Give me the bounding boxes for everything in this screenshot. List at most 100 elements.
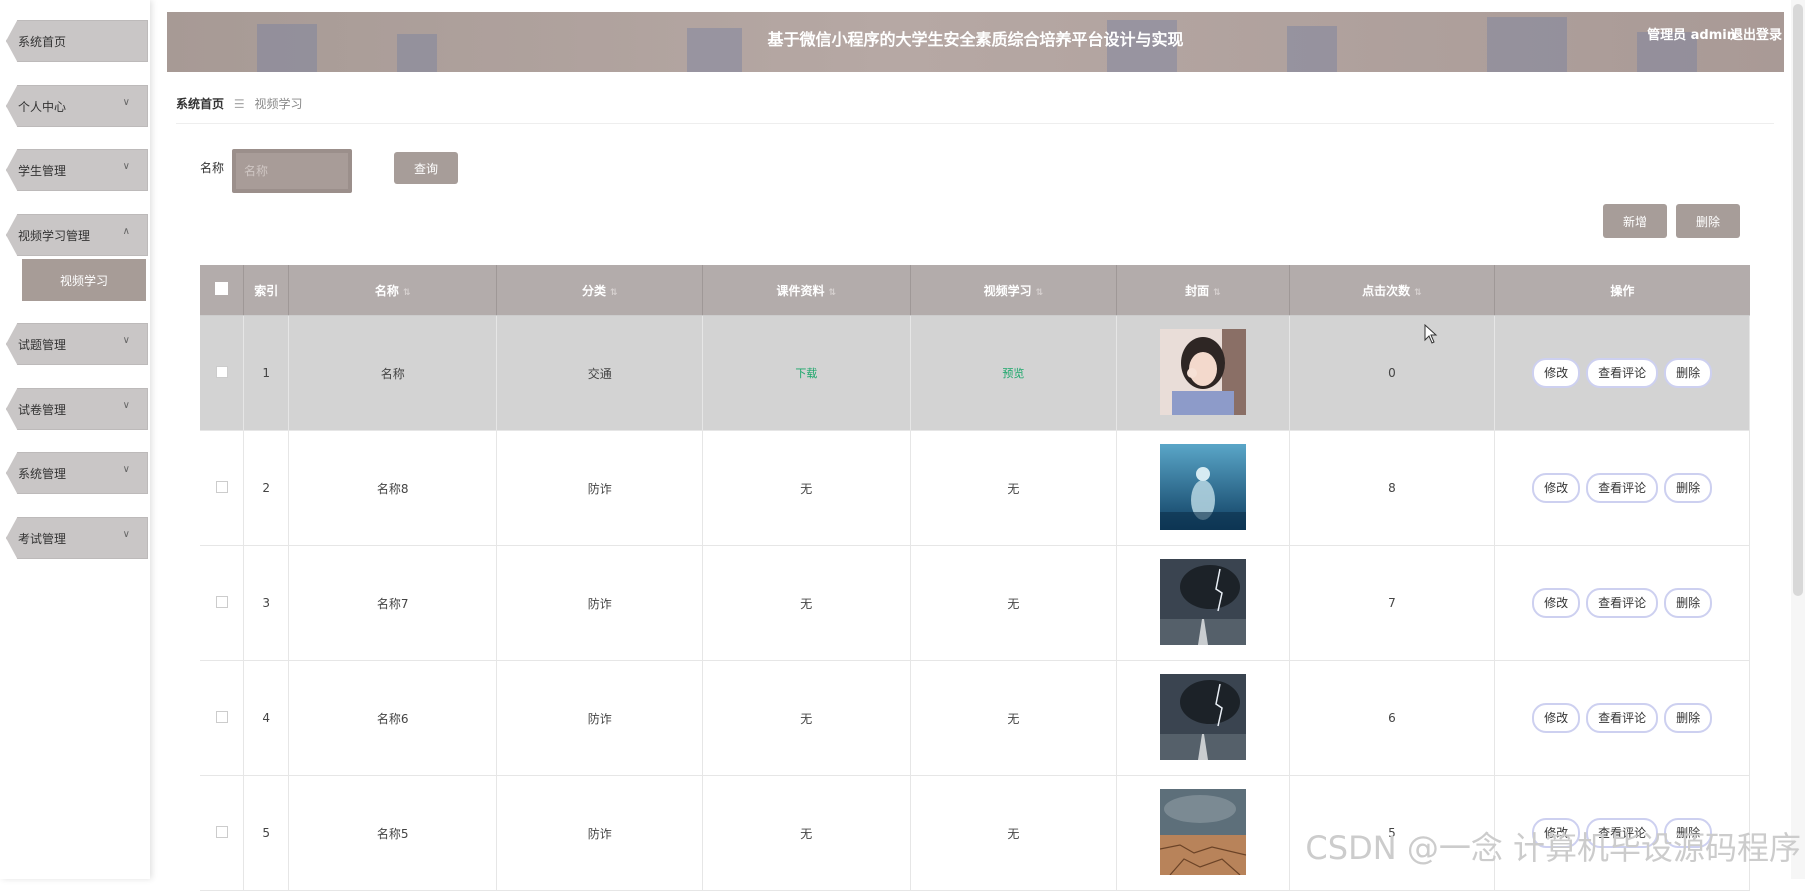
sort-icon[interactable]: ⇅: [610, 288, 618, 298]
video-table: 索引 名称 ⇅ 分类 ⇅ 课件资料 ⇅ 视频学习 ⇅ 封面 ⇅ 点击次数 ⇅ 操作 1 名称…: [200, 265, 1750, 891]
search-button[interactable]: 查询: [394, 152, 458, 184]
cell-name: 名称8: [288, 430, 498, 546]
table-row[interactable]: 2 名称8 防诈 无 无 8 修改 查看评论 删除: [200, 430, 1750, 546]
select-all-cell: [200, 265, 245, 316]
sidebar-item-student-management[interactable]: 学生管理 ∨: [6, 149, 148, 191]
cell-clicks: 6: [1289, 660, 1496, 776]
breadcrumb-separator-icon: ☰: [233, 97, 245, 111]
sort-icon[interactable]: ⇅: [829, 288, 837, 298]
edit-button[interactable]: 修改: [1532, 588, 1581, 618]
cell-category: 交通: [496, 315, 704, 431]
sidebar-item-paper-management[interactable]: 试卷管理 ∨: [6, 388, 148, 430]
delete-button[interactable]: 删除: [1664, 473, 1713, 503]
cell-index: 4: [243, 660, 289, 776]
column-header[interactable]: 分类 ⇅: [496, 265, 704, 316]
table-row[interactable]: 4 名称6 防诈 无 无 6 修改 查看评论 删除: [200, 660, 1750, 776]
row-checkbox[interactable]: [215, 825, 228, 838]
logout-link[interactable]: 退出登录: [1730, 24, 1782, 43]
column-header-label: 点击次数: [1362, 283, 1411, 298]
cell-cover: [1116, 545, 1290, 661]
column-header[interactable]: 封面 ⇅: [1116, 265, 1290, 316]
cell-material: 无: [702, 775, 911, 891]
cell-material: 下载: [702, 315, 911, 431]
view-comments-button[interactable]: 查看评论: [1586, 358, 1659, 388]
batch-delete-button[interactable]: 删除: [1676, 204, 1740, 238]
view-comments-button[interactable]: 查看评论: [1586, 473, 1659, 503]
table-header-row: 索引 名称 ⇅ 分类 ⇅ 课件资料 ⇅ 视频学习 ⇅ 封面 ⇅ 点击次数 ⇅ 操作: [200, 265, 1750, 316]
row-checkbox[interactable]: [215, 480, 228, 493]
cell-operations: 修改 查看评论 删除: [1494, 315, 1750, 431]
download-link[interactable]: 下载: [795, 367, 817, 380]
breadcrumb-home[interactable]: 系统首页: [176, 97, 224, 111]
preview-link[interactable]: 预览: [1002, 367, 1024, 380]
delete-button[interactable]: 删除: [1664, 358, 1713, 388]
page-title: 基于微信小程序的大学生安全素质综合培养平台设计与实现: [767, 30, 1184, 49]
sidebar-item-label: 系统首页: [18, 34, 67, 49]
sidebar-item-system-management[interactable]: 系统管理 ∨: [6, 452, 148, 494]
chevron-down-icon: ∨: [122, 464, 130, 475]
edit-button[interactable]: 修改: [1532, 703, 1581, 733]
table-row[interactable]: 3 名称7 防诈 无 无 7 修改 查看评论 删除: [200, 545, 1750, 661]
column-header[interactable]: 视频学习 ⇅: [910, 265, 1118, 316]
storm-road-image[interactable]: [1159, 673, 1246, 760]
delete-button[interactable]: 删除: [1664, 588, 1713, 618]
edit-button[interactable]: 修改: [1532, 358, 1581, 388]
cell-name: 名称: [288, 315, 498, 431]
view-comments-button[interactable]: 查看评论: [1586, 588, 1659, 618]
header-banner: 基于微信小程序的大学生安全素质综合培养平台设计与实现 管理员 admin 退出登…: [167, 12, 1784, 72]
view-comments-button[interactable]: 查看评论: [1586, 703, 1659, 733]
column-header-label: 课件资料: [776, 283, 825, 298]
cracked-earth-image[interactable]: [1159, 788, 1246, 875]
sort-icon[interactable]: ⇅: [1213, 288, 1221, 298]
cell-video: 预览: [910, 315, 1118, 431]
search-box: [232, 149, 352, 193]
cell-operations: 修改 查看评论 删除: [1494, 545, 1750, 661]
sidebar-item-question-management[interactable]: 试题管理 ∨: [6, 323, 148, 365]
cell-clicks: 0: [1289, 315, 1496, 431]
scrollbar-thumb[interactable]: [1793, 4, 1803, 596]
sidebar: 系统首页 个人中心 ∨ 学生管理 ∨ 视频学习管理 ∧ 视频学习 试题管理 ∨ …: [0, 0, 150, 879]
sidebar-item-video-management[interactable]: 视频学习管理 ∧: [6, 214, 148, 256]
table-row[interactable]: 1 名称 交通 下载 预览 0 修改 查看评论 删除: [200, 315, 1750, 431]
cell-cover: [1116, 660, 1290, 776]
storm-road-image[interactable]: [1159, 558, 1246, 645]
add-button[interactable]: 新增: [1603, 204, 1667, 238]
row-checkbox[interactable]: [215, 710, 228, 723]
sort-icon[interactable]: ⇅: [1036, 288, 1044, 298]
cell-cover: [1116, 430, 1290, 546]
delete-button[interactable]: 删除: [1664, 703, 1713, 733]
watermark: CSDN @一念 计算机毕设源码程序: [1305, 829, 1801, 867]
current-user: 管理员 admin: [1647, 28, 1736, 43]
row-checkbox[interactable]: [215, 595, 228, 608]
column-header[interactable]: 课件资料 ⇅: [702, 265, 911, 316]
cell-video: 无: [910, 775, 1118, 891]
column-header[interactable]: 点击次数 ⇅: [1289, 265, 1496, 316]
edit-button[interactable]: 修改: [1532, 473, 1581, 503]
cell-operations: 修改 查看评论 删除: [1494, 430, 1750, 546]
sidebar-item-personal-center[interactable]: 个人中心 ∨: [6, 85, 148, 127]
select-all-checkbox[interactable]: [215, 282, 229, 295]
page-scrollbar[interactable]: [1791, 0, 1805, 879]
row-checkbox-cell: [200, 430, 245, 546]
cell-material: 无: [702, 430, 911, 546]
cell-category: 防诈: [496, 545, 704, 661]
portrait-girl-image[interactable]: [1159, 328, 1246, 415]
cell-video: 无: [910, 430, 1118, 546]
sort-icon[interactable]: ⇅: [1414, 288, 1422, 298]
cell-name: 名称5: [288, 775, 498, 891]
column-header[interactable]: 名称 ⇅: [288, 265, 498, 316]
sidebar-item-home[interactable]: 系统首页: [6, 20, 148, 62]
sort-icon[interactable]: ⇅: [403, 288, 411, 298]
row-checkbox-cell: [200, 315, 245, 431]
search-input[interactable]: [236, 153, 348, 189]
sidebar-item-label: 试题管理: [18, 337, 67, 352]
cell-index: 1: [243, 315, 289, 431]
sidebar-item-exam-management[interactable]: 考试管理 ∨: [6, 517, 148, 559]
row-checkbox[interactable]: [215, 365, 228, 378]
cell-clicks: 8: [1289, 430, 1496, 546]
column-header: 操作: [1494, 265, 1750, 316]
ocean-figure-image[interactable]: [1159, 443, 1246, 530]
sidebar-item-label: 试卷管理: [18, 402, 67, 417]
cell-name: 名称6: [288, 660, 498, 776]
sidebar-subitem-video-learning[interactable]: 视频学习: [22, 259, 146, 301]
